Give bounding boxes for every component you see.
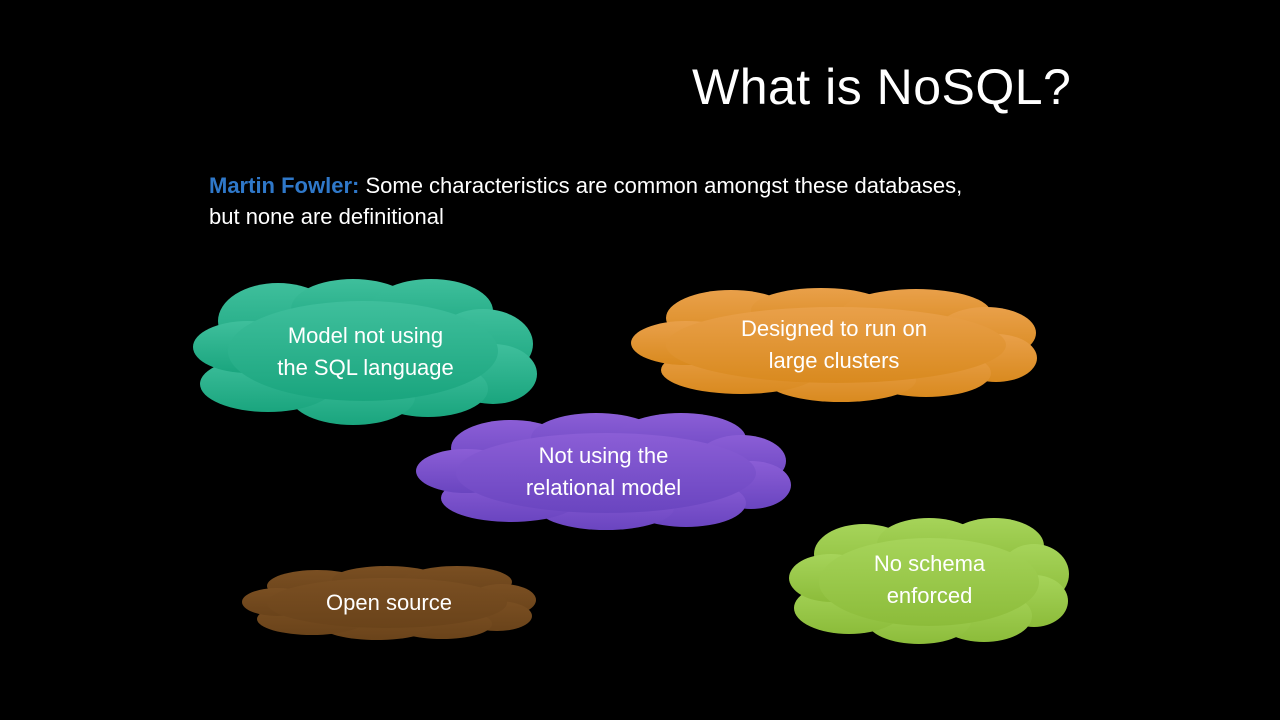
slide: What is NoSQL? Martin Fowler: Some chara… (0, 0, 1280, 720)
cloud-open-source: Open source (242, 564, 536, 641)
cloud-sql-language: Model not using the SQL language (193, 279, 538, 425)
cloud-label: Open source (326, 589, 452, 615)
quote: Martin Fowler: Some characteristics are … (209, 170, 969, 232)
quote-author: Martin Fowler: (209, 173, 360, 198)
slide-title: What is NoSQL? (692, 59, 1072, 115)
cloud-no-schema: No schema enforced (789, 516, 1070, 644)
cloud-label: Model not using the SQL language (277, 323, 454, 380)
cloud-label: Designed to run on large clusters (741, 316, 927, 373)
cloud-relational-model: Not using the relational model (416, 413, 791, 530)
cloud-large-clusters: Designed to run on large clusters (631, 288, 1037, 402)
cloud-label: Not using the relational model (525, 442, 682, 500)
cloud-label: No schema enforced (873, 551, 986, 608)
